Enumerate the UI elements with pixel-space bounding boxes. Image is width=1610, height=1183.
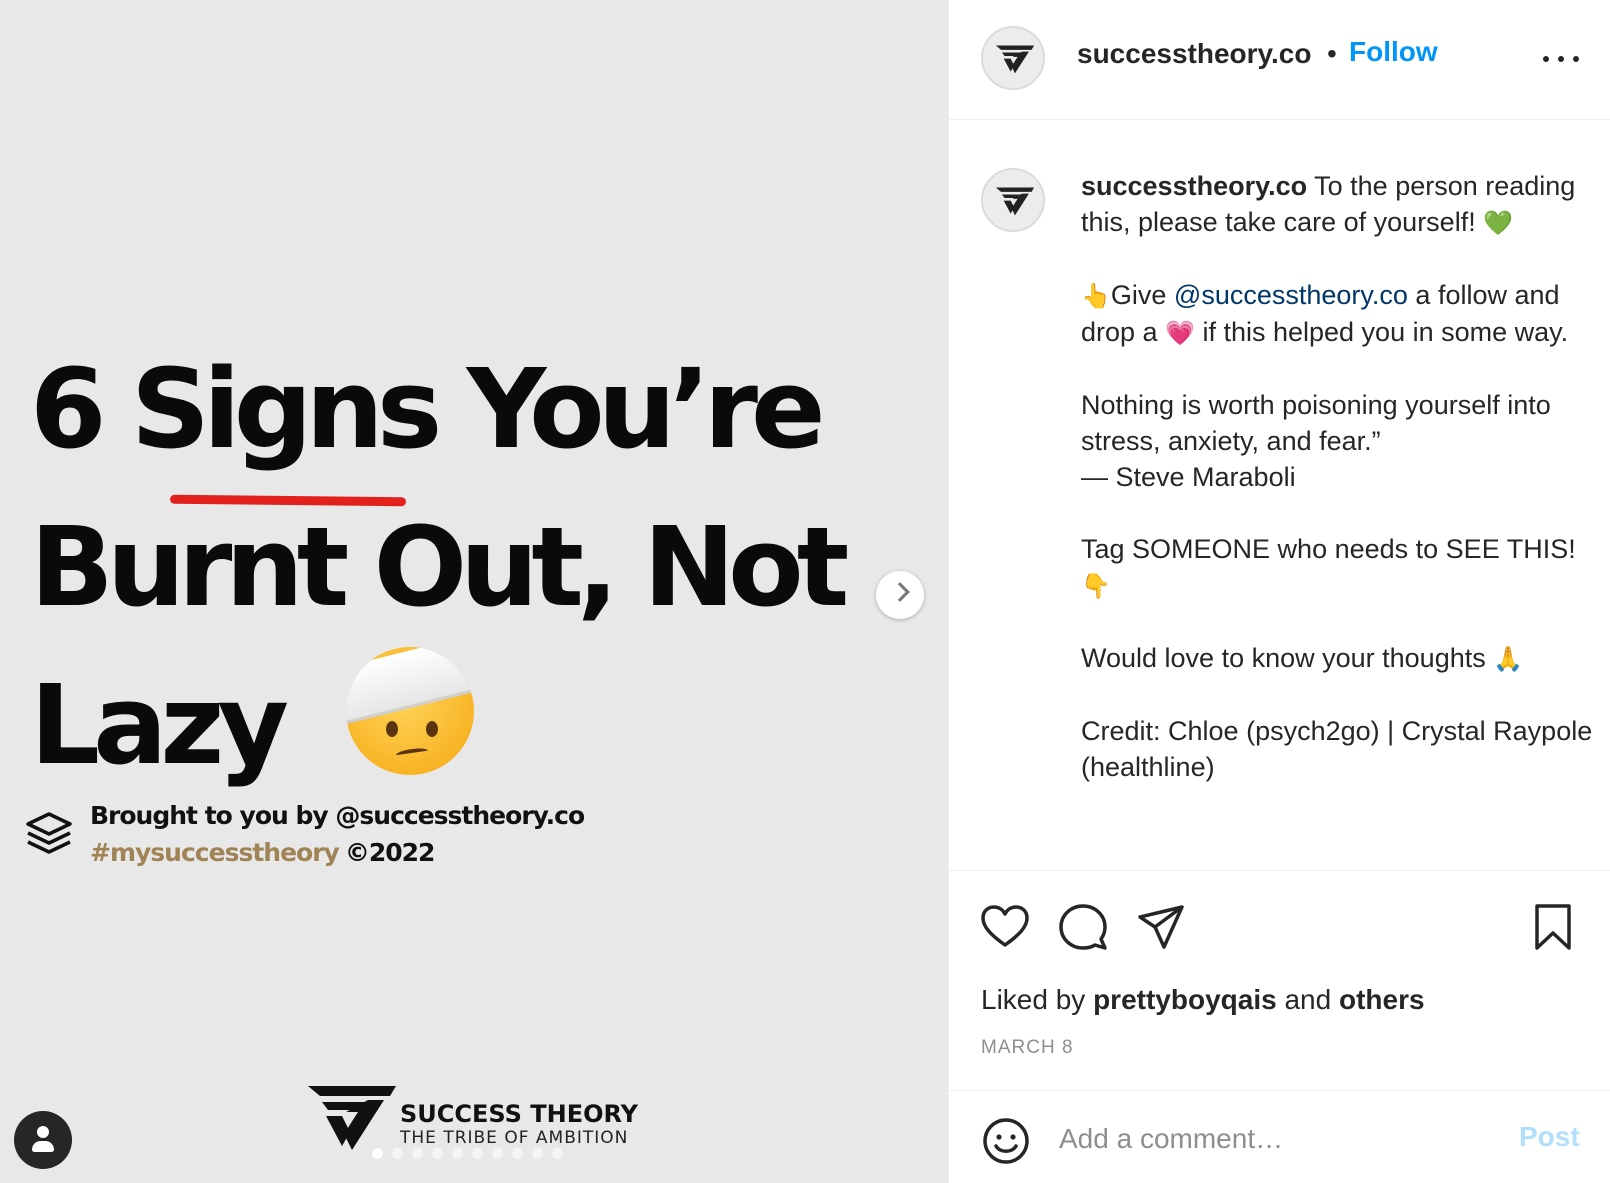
- speech-bubble-icon: [1059, 904, 1107, 950]
- caption-username-link[interactable]: successtheory.co: [1081, 171, 1307, 201]
- header-separator: •: [1327, 38, 1337, 69]
- copyright-text: ©2022: [344, 838, 436, 867]
- smiley-icon: [983, 1118, 1029, 1164]
- save-button[interactable]: [1527, 901, 1579, 953]
- slide-dot: [512, 1148, 523, 1159]
- comment-input[interactable]: [1059, 1117, 1489, 1161]
- post-media: 6 Signs You’re Burnt Out, Not Lazy Broug…: [0, 0, 948, 1183]
- likes-summary: Liked by prettyboyqais and others: [981, 984, 1425, 1015]
- slide-title-line-2: Burnt Out, Not: [30, 503, 849, 631]
- comment-button[interactable]: [1057, 901, 1109, 953]
- slide-dot: [372, 1148, 383, 1159]
- chevron-right-icon: [890, 582, 910, 602]
- layers-icon: [26, 812, 72, 854]
- brought-by-text: Brought to you by @successtheory.co: [90, 801, 585, 830]
- emoji-picker-button[interactable]: [981, 1116, 1031, 1166]
- folded-hands-emoji-icon: 🙏: [1493, 645, 1524, 673]
- comment-bar: Post: [949, 1090, 1610, 1183]
- slide-dot: [412, 1148, 423, 1159]
- slide-dot: [552, 1148, 563, 1159]
- head-bandage-emoji-icon: [346, 647, 474, 775]
- avatar[interactable]: [981, 26, 1045, 90]
- caption-credit: Credit: Chloe (psych2go) | Crystal Raypo…: [1081, 716, 1593, 782]
- liked-by-user-link[interactable]: prettyboyqais: [1093, 984, 1277, 1015]
- post-date[interactable]: MARCH 8: [981, 1037, 1074, 1059]
- success-theory-logo-icon: [995, 187, 1035, 216]
- slide-dot: [472, 1148, 483, 1159]
- caption-intro: successtheory.co To the person reading t…: [1081, 171, 1576, 237]
- post-actions: Liked by prettyboyqais and others MARCH …: [949, 870, 1610, 1090]
- caption-thoughts-paragraph: Would love to know your thoughts 🙏: [1081, 643, 1524, 673]
- pointing-up-emoji-icon: 👆: [1081, 282, 1111, 310]
- success-theory-logo-icon: [995, 45, 1035, 74]
- brand-tagline: THE TRIBE OF AMBITION: [400, 1128, 629, 1148]
- slide-dot: [432, 1148, 443, 1159]
- post-comment-button[interactable]: Post: [1519, 1121, 1580, 1153]
- slide-indicator-dots: [372, 1148, 563, 1159]
- person-icon: [37, 1126, 49, 1138]
- caption-tag-paragraph: Tag SOMEONE who needs to SEE THIS! 👇: [1081, 534, 1576, 600]
- like-button[interactable]: [979, 901, 1031, 953]
- slide-dot: [492, 1148, 503, 1159]
- next-slide-button[interactable]: [876, 571, 924, 619]
- brand-name: SUCCESS THEORY: [400, 1100, 639, 1128]
- caption-area[interactable]: successtheory.co To the person reading t…: [949, 120, 1610, 870]
- slide-dot: [532, 1148, 543, 1159]
- more-options-button[interactable]: [1539, 40, 1583, 76]
- caption-follow-paragraph: 👆Give @successtheory.co a follow and dro…: [1081, 280, 1569, 347]
- share-button[interactable]: [1135, 901, 1187, 953]
- hashtag-line: #mysuccesstheory ©2022: [90, 838, 436, 867]
- bookmark-icon: [1535, 904, 1571, 950]
- hashtag-text: #mysuccesstheory: [90, 838, 340, 867]
- heart-icon: [981, 905, 1029, 947]
- post-header: successtheory.co • Follow: [949, 0, 1610, 120]
- slide-dot: [452, 1148, 463, 1159]
- header-username-link[interactable]: successtheory.co: [1077, 38, 1312, 70]
- caption-avatar[interactable]: [981, 168, 1045, 232]
- tagged-users-button[interactable]: [14, 1111, 72, 1169]
- paper-plane-icon: [1138, 905, 1184, 949]
- pointing-down-emoji-icon: 👇: [1081, 572, 1111, 600]
- slide-dot: [392, 1148, 403, 1159]
- caption-quote: Nothing is worth poisoning yourself into…: [1081, 390, 1551, 492]
- green-heart-emoji-icon: 💚: [1483, 209, 1514, 237]
- post-caption: successtheory.co To the person reading t…: [1081, 168, 1596, 821]
- success-theory-logo-icon: [308, 1086, 396, 1150]
- slide-title-line-1: 6 Signs You’re: [30, 345, 826, 473]
- follow-button[interactable]: Follow: [1349, 36, 1438, 68]
- liked-by-others-link[interactable]: others: [1339, 984, 1425, 1015]
- pink-heart-emoji-icon: 💗: [1165, 319, 1195, 347]
- more-dots-icon: [1543, 56, 1549, 62]
- slide-title: 6 Signs You’re Burnt Out, Not Lazy: [30, 330, 930, 804]
- mention-link[interactable]: @successtheory.co: [1174, 280, 1408, 310]
- slide-title-line-3: Lazy: [30, 661, 289, 789]
- post-side-panel: successtheory.co • Follow successtheory.…: [948, 0, 1610, 1183]
